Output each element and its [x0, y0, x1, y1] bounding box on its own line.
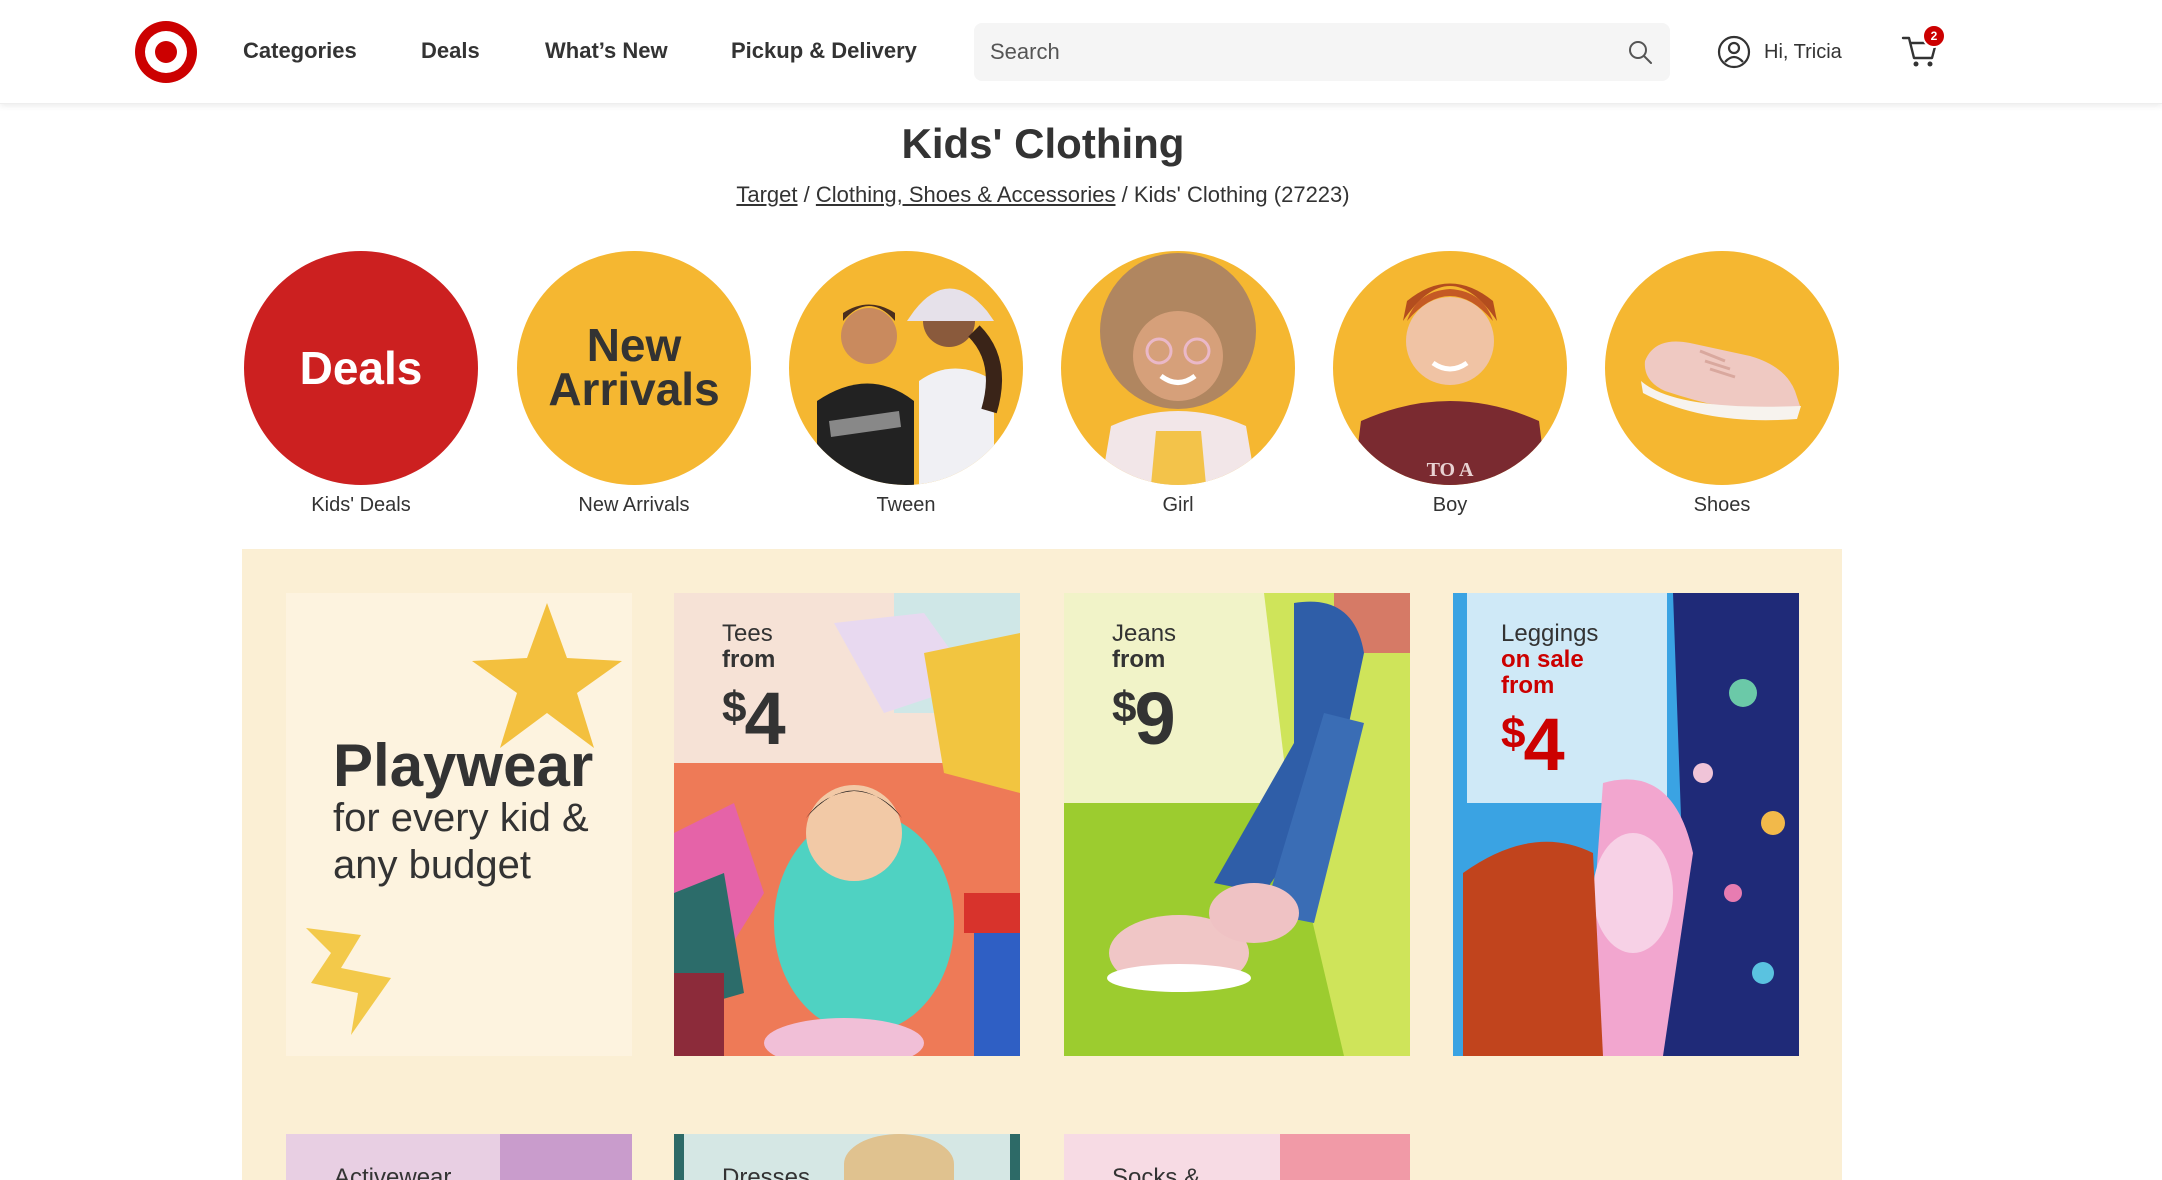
circle-text: New Arrivals [517, 319, 751, 415]
tile-price: $9 [1112, 673, 1176, 756]
site-header: Categories Deals What’s New Pickup & Del… [0, 0, 2162, 104]
breadcrumb-link-clothing[interactable]: Clothing, Shoes & Accessories [816, 182, 1116, 207]
boy-image: TO A [1353, 283, 1547, 485]
breadcrumb: Target / Clothing, Shoes & Accessories /… [0, 182, 2086, 208]
lightning-icon [306, 928, 391, 1035]
category-circle [1061, 251, 1295, 485]
shoe-image [1641, 341, 1801, 421]
star-icon [472, 603, 622, 748]
category-tween[interactable]: Tween [788, 251, 1024, 517]
tile-leggings[interactable]: Leggings on sale from $4 [1453, 593, 1799, 1056]
nav-whats-new[interactable]: What’s New [545, 38, 668, 64]
tile-from: from [1501, 672, 1555, 699]
breadcrumb-link-target[interactable]: Target [736, 182, 797, 207]
price-value: 4 [744, 677, 785, 760]
search-input[interactable] [990, 23, 1590, 81]
tile-text: Leggings on sale from $4 [1501, 620, 1599, 782]
tile-activewear[interactable]: Activewear [286, 1134, 632, 1180]
subheadline-line: any budget [333, 843, 531, 887]
tile-socks[interactable]: Socks & [1064, 1134, 1410, 1180]
account-button[interactable]: Hi, Tricia [1716, 33, 1842, 71]
tween-kids-image [817, 288, 1002, 485]
breadcrumb-separator: / [797, 182, 816, 207]
price-dollar-sign: $ [1112, 683, 1137, 732]
tile-jeans[interactable]: Jeans from $9 [1064, 593, 1410, 1056]
price-dollar-sign: $ [722, 683, 747, 732]
tile-name: Dresses [722, 1164, 811, 1180]
playwear-headline: Playwear [333, 732, 594, 799]
category-label: Kids' Deals [311, 494, 411, 516]
tile-on-sale: on sale [1501, 646, 1584, 673]
category-circle: New Arrivals [517, 251, 751, 485]
nav-deals[interactable]: Deals [421, 38, 480, 64]
tile-tees[interactable]: Tees from $4 [674, 593, 1020, 1056]
category-girl[interactable]: Girl [1060, 251, 1296, 517]
price-value: 4 [1523, 703, 1564, 786]
tile-price: $4 [722, 673, 786, 756]
cart-count-badge: 2 [1922, 24, 1946, 48]
tile-image [500, 1134, 632, 1180]
breadcrumb-separator: / [1115, 182, 1134, 207]
category-kids-deals[interactable]: Deals Kids' Deals [243, 251, 479, 517]
nav-categories[interactable]: Categories [243, 38, 357, 64]
tile-image [1280, 1134, 1410, 1180]
tile-image-edge [674, 1134, 684, 1180]
tile-from: from [1112, 646, 1166, 673]
circle-text: Deals [299, 342, 423, 394]
tile-image [844, 1134, 954, 1180]
tile-text: Jeans from $9 [1112, 620, 1177, 756]
price-value: 9 [1134, 677, 1175, 760]
svg-text:TO A: TO A [1427, 459, 1474, 481]
nav-pickup-delivery[interactable]: Pickup & Delivery [731, 38, 917, 64]
category-circle: Deals [244, 251, 478, 485]
page-title: Kids' Clothing [901, 120, 1185, 167]
category-circle: TO A [1333, 251, 1567, 485]
account-icon [1717, 35, 1751, 69]
breadcrumb-current: Kids' Clothing (27223) [1133, 182, 1350, 207]
category-boy[interactable]: TO A Boy [1332, 251, 1568, 517]
category-shoes[interactable]: Shoes [1604, 251, 1840, 517]
tile-name: Tees [722, 620, 773, 647]
category-label: Girl [1162, 494, 1194, 516]
girl-image [1100, 253, 1256, 485]
category-label: Shoes [1693, 494, 1751, 516]
tile-name: Jeans [1112, 620, 1177, 647]
tile-from: from [722, 646, 776, 673]
category-circle [1605, 251, 1839, 485]
category-label: Boy [1432, 494, 1468, 516]
playwear-subheadline: for every kid & any budget [333, 795, 589, 889]
circle-text-line: Arrivals [548, 363, 720, 415]
tile-dresses[interactable]: Dresses [674, 1134, 1020, 1180]
tile-name: Activewear [334, 1164, 452, 1180]
tile-price: $4 [1501, 699, 1598, 782]
tile-name: Leggings [1501, 620, 1599, 647]
tile-name: Socks & [1112, 1164, 1201, 1180]
target-logo-icon[interactable] [135, 21, 197, 83]
search-icon[interactable] [1626, 38, 1654, 66]
tile-image-edge [1010, 1134, 1020, 1180]
category-new-arrivals[interactable]: New Arrivals New Arrivals [516, 251, 752, 517]
tile-text: Tees from $4 [722, 620, 786, 756]
circle-text-line: New [586, 319, 682, 371]
search-bar [974, 23, 1670, 81]
price-dollar-sign: $ [1501, 709, 1526, 758]
category-label: Tween [876, 494, 936, 516]
category-circle [789, 251, 1023, 485]
category-label: New Arrivals [578, 494, 690, 516]
subheadline-line: for every kid & [333, 796, 589, 840]
account-label: Hi, Tricia [1764, 40, 1842, 63]
